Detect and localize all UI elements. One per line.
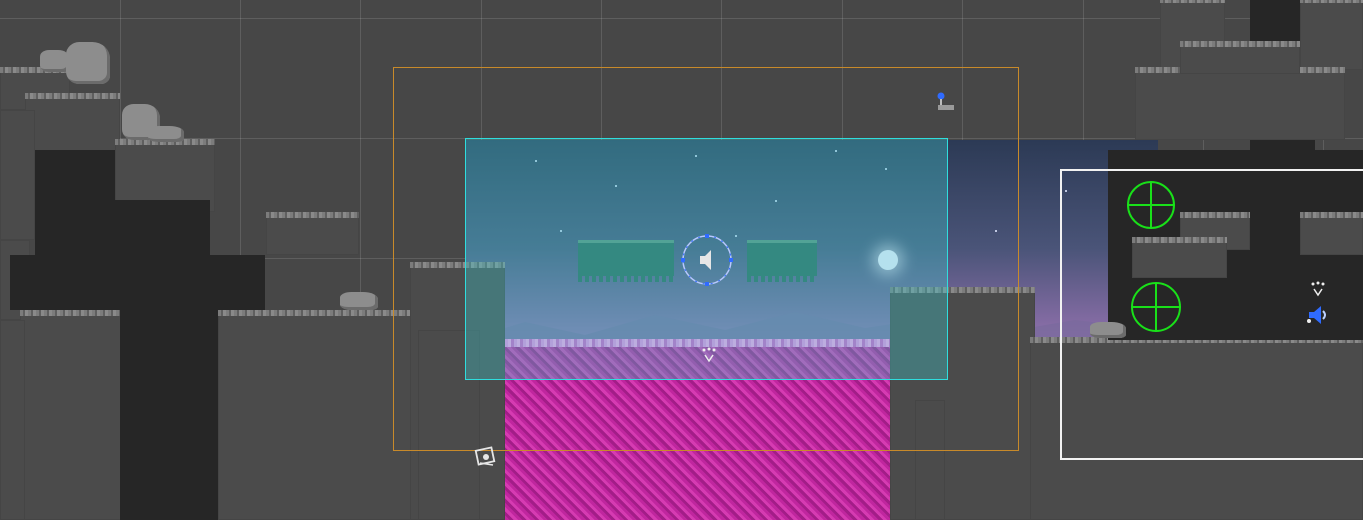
- terrain-block: [1180, 41, 1300, 74]
- terrain-block: [218, 310, 418, 520]
- terrain-shadow: [10, 255, 265, 310]
- crosshair-target-icon[interactable]: [1129, 280, 1183, 334]
- terrain-block: [0, 110, 35, 240]
- boulder: [148, 126, 184, 142]
- crosshair-target-icon[interactable]: [1125, 179, 1177, 231]
- audio-source-icon[interactable]: [1305, 304, 1331, 326]
- particle-emitter-icon[interactable]: [700, 347, 718, 363]
- terrain-block: [1300, 0, 1363, 70]
- boulder: [66, 42, 110, 84]
- audio-source-icon[interactable]: [680, 234, 734, 288]
- terrain-block: [266, 212, 359, 255]
- light-icon[interactable]: [474, 445, 498, 469]
- boulder: [340, 292, 378, 310]
- particle-emitter-icon[interactable]: [1309, 281, 1327, 297]
- terrain-shadow: [110, 200, 210, 260]
- terrain-block: [0, 320, 25, 520]
- terrain-shadow: [120, 310, 220, 520]
- spawn-point-icon[interactable]: [934, 90, 956, 112]
- terrain-block: [1135, 67, 1345, 140]
- scene-view[interactable]: [0, 0, 1363, 520]
- terrain-shadow: [35, 150, 115, 260]
